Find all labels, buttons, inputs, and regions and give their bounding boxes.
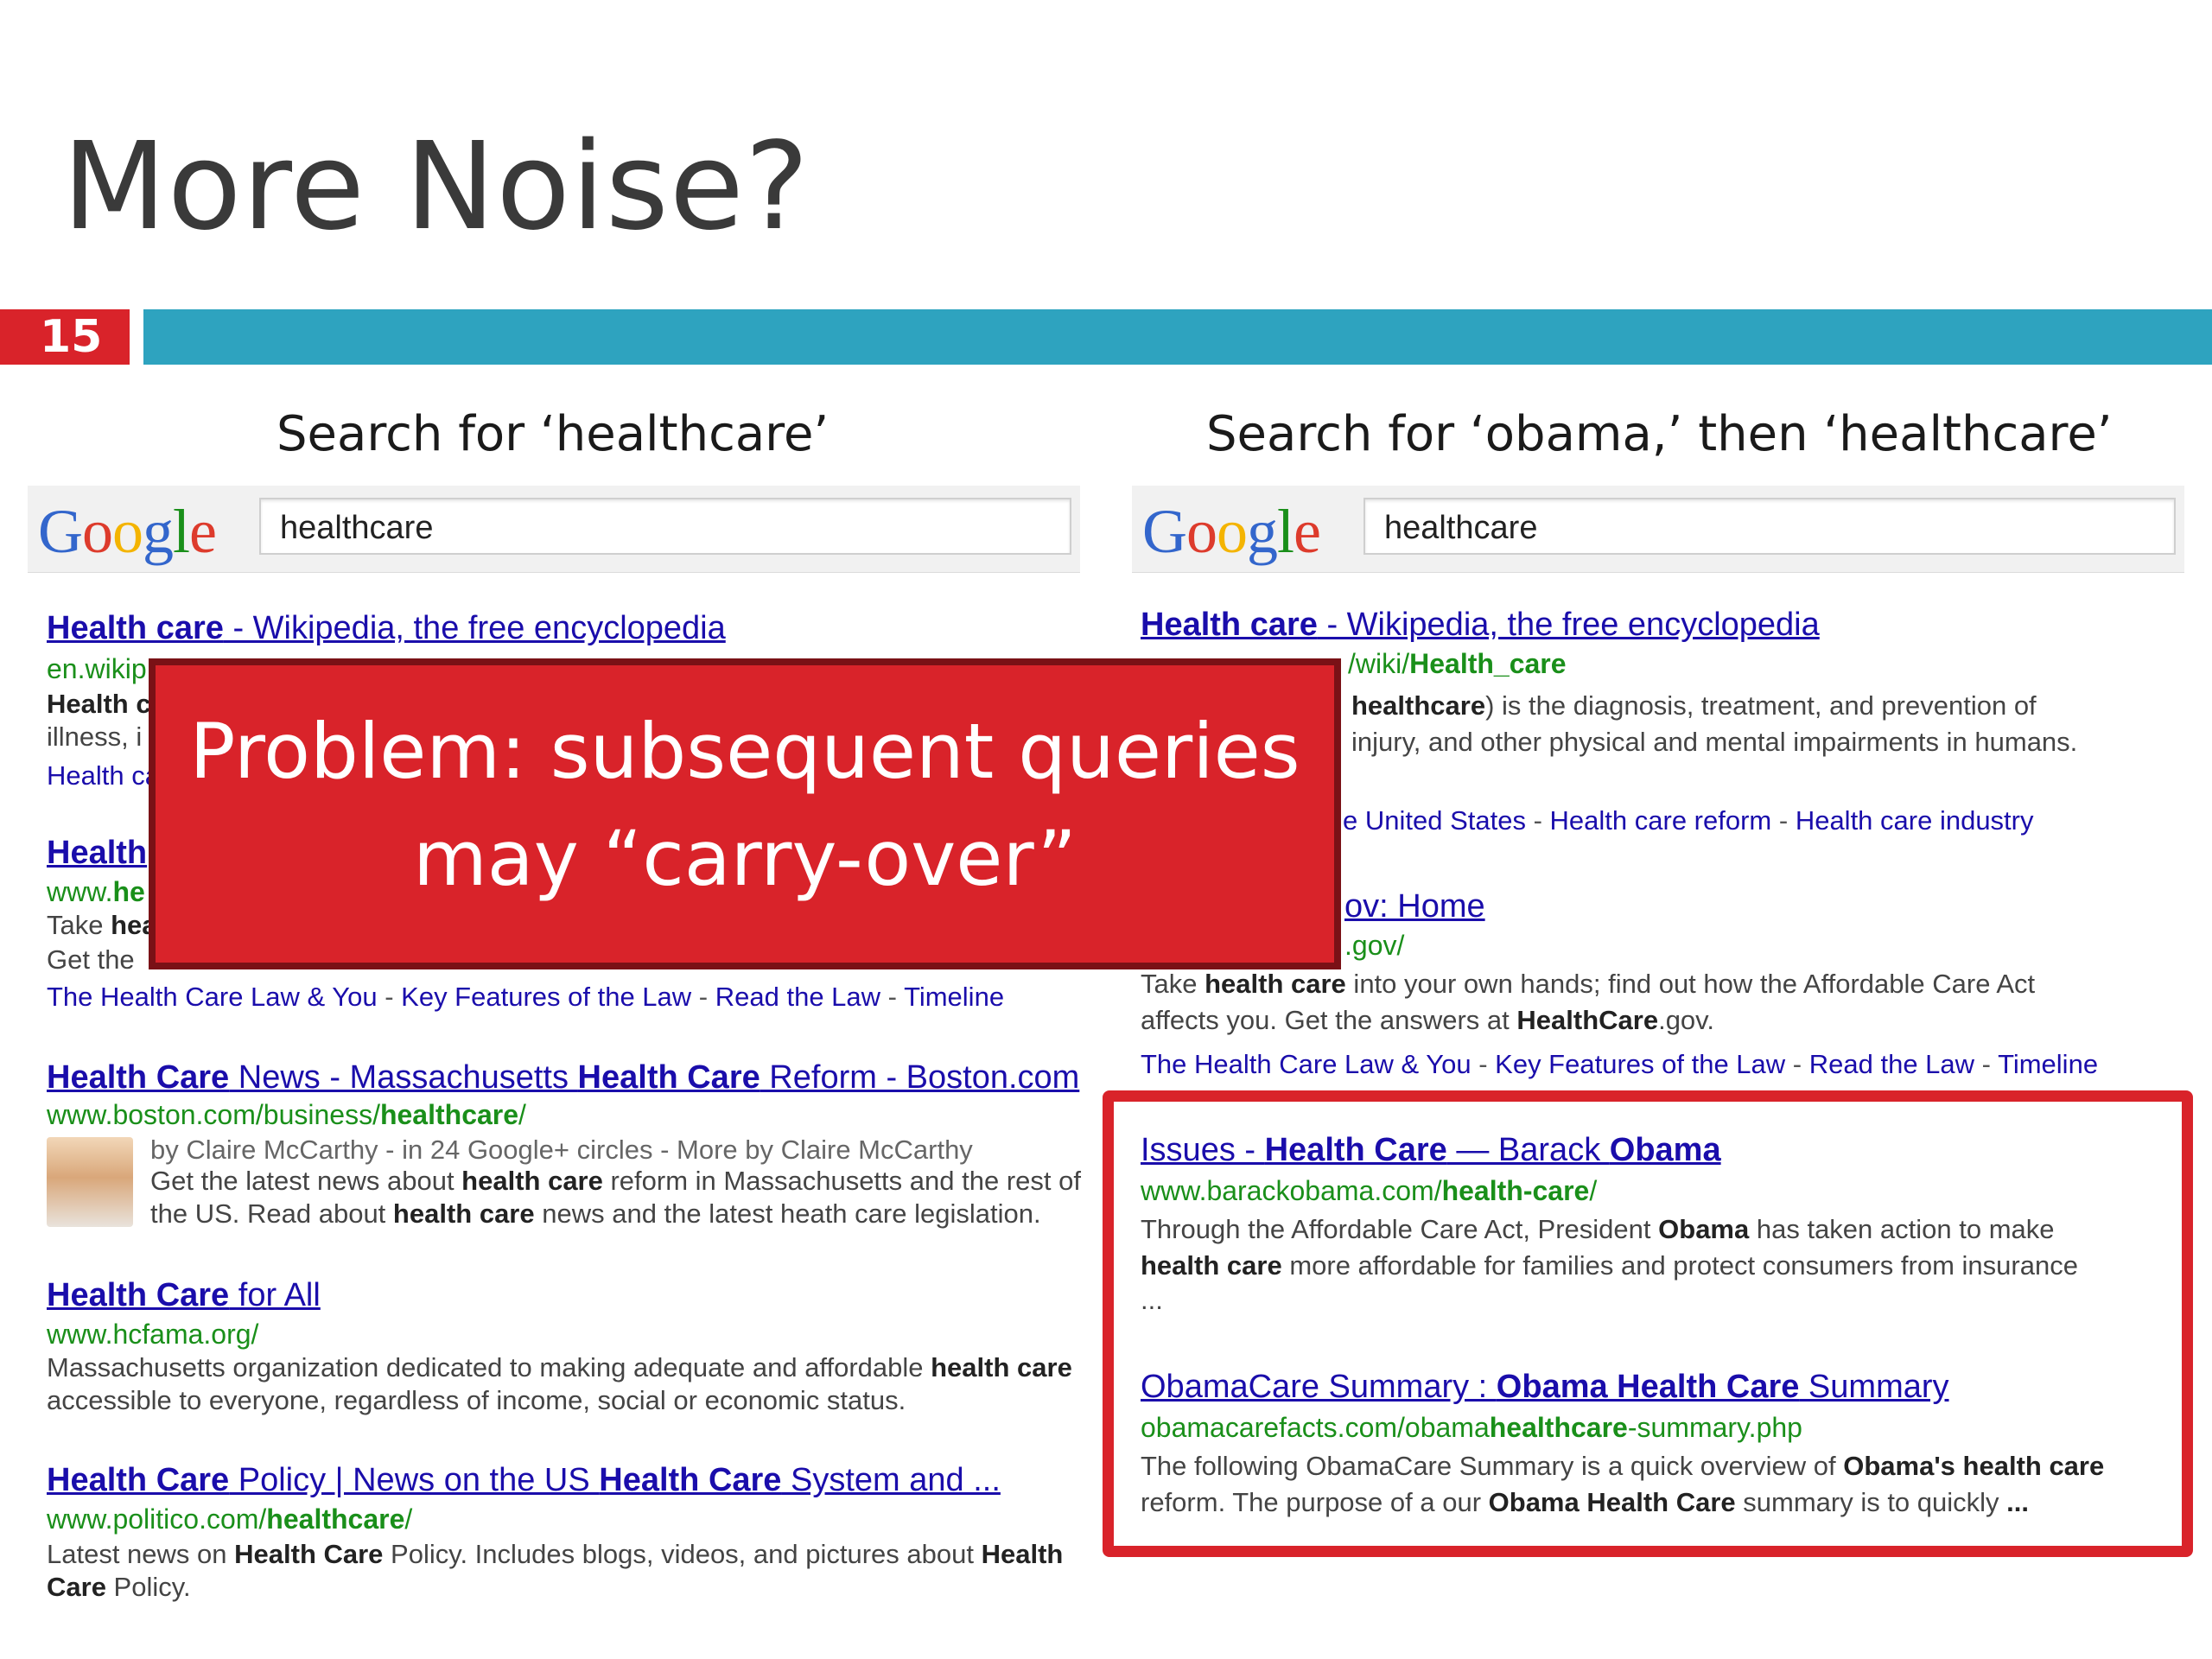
result-title[interactable]: Health care - Wikipedia, the free encycl… bbox=[47, 610, 726, 647]
result-snippet: healthcare) is the diagnosis, treatment,… bbox=[1351, 690, 2037, 721]
result-sitelinks[interactable]: The Health Care Law & You - Key Features… bbox=[1141, 1049, 2098, 1080]
sitelink[interactable]: Read the Law bbox=[1809, 1049, 1974, 1079]
problem-callout-text: Problem: subsequent queries may “carry-o… bbox=[149, 698, 1341, 912]
result-snippet: illness, i bbox=[47, 721, 143, 752]
search-query: healthcare bbox=[280, 510, 434, 546]
result-url[interactable]: www.politico.com/healthcare/ bbox=[47, 1503, 412, 1535]
sitelink[interactable]: The Health Care Law & You bbox=[1141, 1049, 1471, 1079]
sitelink[interactable]: Health care reform bbox=[1550, 805, 1772, 836]
result-title[interactable]: Health Care for All bbox=[47, 1277, 321, 1314]
result-title[interactable]: ov: Home bbox=[1344, 888, 1485, 925]
accent-bar bbox=[143, 309, 2212, 365]
search-input[interactable]: healthcare bbox=[1363, 498, 2176, 555]
sitelink[interactable]: Timeline bbox=[904, 982, 1004, 1012]
result-snippet: Massachusetts organization dedicated to … bbox=[47, 1352, 1072, 1382]
result-title[interactable]: Health Care News - Massachusetts Health … bbox=[47, 1059, 1079, 1096]
result-sitelinks[interactable]: The Health Care Law & You - Key Features… bbox=[47, 982, 1004, 1013]
result-snippet: accessible to everyone, regardless of in… bbox=[47, 1385, 906, 1415]
result-title[interactable]: Health Care Policy | News on the US Heal… bbox=[47, 1462, 1001, 1499]
result-snippet: Health c bbox=[47, 689, 151, 719]
result-snippet: Get the latest news about health care re… bbox=[150, 1166, 1081, 1196]
result-snippet: affects you. Get the answers at HealthCa… bbox=[1141, 1005, 1714, 1035]
author-avatar bbox=[47, 1137, 133, 1227]
right-search-bar: Google healthcare bbox=[1132, 486, 2184, 573]
result-url[interactable]: en.wikip bbox=[47, 653, 147, 685]
callout-line-1: Problem: subsequent queries bbox=[189, 707, 1300, 796]
sitelink[interactable]: e United States bbox=[1343, 805, 1526, 836]
result-url[interactable]: www.he bbox=[47, 876, 145, 908]
slide-title: More Noise? bbox=[62, 117, 810, 257]
slide-number: 15 bbox=[40, 311, 103, 363]
result-snippet: injury, and other physical and mental im… bbox=[1351, 727, 2078, 757]
result-snippet: Latest news on Health Care Policy. Inclu… bbox=[47, 1539, 1064, 1569]
result-sitelinks[interactable]: Health ca bbox=[47, 760, 160, 791]
result-snippet: Take hea bbox=[47, 910, 157, 940]
result-title[interactable]: Health bbox=[47, 835, 147, 872]
result-url[interactable]: www.hcfama.org/ bbox=[47, 1319, 258, 1351]
google-logo: Google bbox=[38, 497, 217, 566]
left-search-bar: Google healthcare bbox=[28, 486, 1080, 573]
sitelink[interactable]: Key Features of the Law bbox=[1495, 1049, 1785, 1079]
callout-line-2: may “carry-over” bbox=[413, 814, 1077, 903]
search-query: healthcare bbox=[1384, 510, 1538, 546]
sitelink[interactable]: The Health Care Law & You bbox=[47, 982, 378, 1012]
result-title[interactable]: Health care - Wikipedia, the free encycl… bbox=[1141, 607, 1820, 644]
result-sitelinks[interactable]: e United States - Health care reform - H… bbox=[1343, 805, 2034, 836]
search-input[interactable]: healthcare bbox=[259, 498, 1071, 555]
sitelink[interactable]: Health care industry bbox=[1796, 805, 2034, 836]
sitelink[interactable]: Read the Law bbox=[715, 982, 880, 1012]
carry-over-highlight-box bbox=[1103, 1090, 2193, 1557]
sitelink[interactable]: Timeline bbox=[1998, 1049, 2098, 1079]
result-url[interactable]: .gov/ bbox=[1344, 930, 1404, 962]
result-snippet: the US. Read about health care news and … bbox=[150, 1198, 1041, 1229]
result-url[interactable]: www.boston.com/business/healthcare/ bbox=[47, 1099, 526, 1131]
left-column-heading: Search for ‘healthcare’ bbox=[276, 406, 830, 462]
result-snippet: Care Policy. bbox=[47, 1572, 191, 1602]
result-snippet: Get the bbox=[47, 944, 135, 975]
google-logo: Google bbox=[1142, 497, 1321, 566]
sitelink[interactable]: Key Features of the Law bbox=[401, 982, 691, 1012]
result-url[interactable]: /wiki/Health_care bbox=[1348, 648, 1567, 680]
right-column-heading: Search for ‘obama,’ then ‘healthcare’ bbox=[1206, 406, 2113, 462]
result-snippet: Take health care into your own hands; fi… bbox=[1141, 969, 2036, 999]
